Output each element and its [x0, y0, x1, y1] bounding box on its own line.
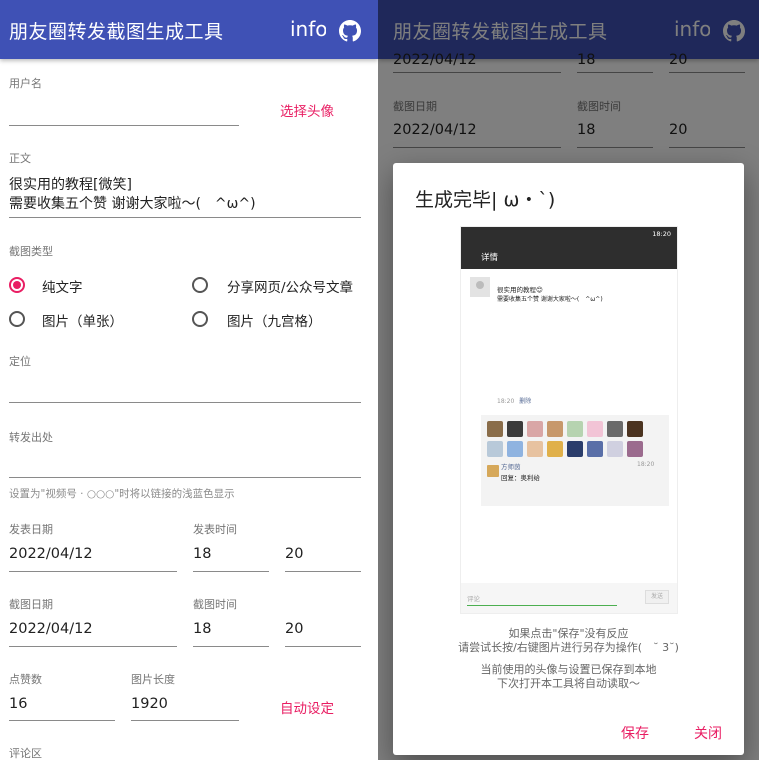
dialog-title: 生成完毕| ω・`) — [415, 189, 556, 211]
preview-like-avatar — [627, 441, 643, 457]
shot-date-underline — [9, 646, 177, 647]
preview-like-avatar — [527, 441, 543, 457]
post-date-input[interactable]: 2022/04/12 — [9, 546, 93, 562]
radio-text-only-label: 纯文字 — [42, 280, 83, 296]
result-dialog: 生成完毕| ω・`) 18:20 详情 很实用的教程😊 需要收集五个赞 谢谢大家… — [393, 163, 744, 755]
preview-comment-placeholder: 评论 — [467, 595, 480, 603]
post-time-label: 发表时间 — [193, 523, 237, 536]
preview-comment-underline — [467, 605, 617, 606]
preview-comment-name: 方师茵 — [501, 463, 521, 471]
preview-like-avatar — [527, 421, 543, 437]
radio-single-image-label: 图片（单张） — [42, 314, 123, 330]
radio-share-webpage-label: 分享网页/公众号文章 — [227, 280, 354, 296]
result-panel: 朋友圈转发截图生成工具 info 2022/04/12 18 20 截图日期 2… — [378, 0, 759, 760]
forward-source-input[interactable] — [9, 477, 361, 478]
form-panel: 朋友圈转发截图生成工具 info 用户名 选择头像 正文 很实用的教程[微笑] … — [0, 0, 378, 760]
github-icon[interactable] — [339, 20, 361, 42]
preview-like-avatar — [567, 441, 583, 457]
preview-comment-avatar — [487, 465, 499, 477]
dialog-note-2: 请尝试长按/右键图片进行另存为操作( ˘ 3˘) — [458, 641, 679, 654]
dialog-note-4: 下次打开本工具将自动读取～ — [497, 677, 640, 690]
preview-like-avatar — [587, 421, 603, 437]
post-hour-underline — [193, 571, 269, 572]
radio-share-webpage[interactable] — [192, 277, 208, 293]
preview-status-time: 18:20 — [652, 230, 671, 238]
shot-hour-underline — [193, 646, 269, 647]
preview-comment-bar: 评论 发送 — [461, 583, 677, 613]
username-label: 用户名 — [9, 77, 42, 90]
preview-like-avatar — [487, 421, 503, 437]
preview-post-line-1: 很实用的教程😊 — [497, 286, 543, 294]
image-length-input[interactable]: 1920 — [131, 696, 168, 712]
radio-single-image[interactable] — [9, 311, 25, 327]
radio-text-only[interactable] — [9, 277, 25, 293]
preview-send-button: 发送 — [645, 590, 669, 604]
image-length-label: 图片长度 — [131, 673, 175, 686]
shot-hour-input[interactable]: 18 — [193, 621, 211, 637]
radio-nine-grid-label: 图片（九宫格） — [227, 314, 322, 330]
likes-underline — [9, 720, 115, 721]
comments-label: 评论区 — [9, 747, 42, 760]
preview-like-avatar — [547, 421, 563, 437]
shot-date-label: 截图日期 — [9, 598, 53, 611]
likes-input[interactable]: 16 — [9, 696, 27, 712]
preview-header: 18:20 详情 — [461, 227, 677, 269]
shot-minute-underline — [285, 646, 361, 647]
screenshot-type-label: 截图类型 — [9, 245, 53, 258]
preview-like-avatar — [607, 421, 623, 437]
preview-like-avatar — [487, 441, 503, 457]
generated-screenshot-image[interactable]: 18:20 详情 很实用的教程😊 需要收集五个赞 谢谢大家啦～( ^ω^) 18… — [461, 227, 677, 613]
image-length-underline — [131, 720, 239, 721]
location-input[interactable] — [9, 402, 361, 403]
preview-like-avatar — [507, 441, 523, 457]
post-minute-underline — [285, 571, 361, 572]
post-date-label: 发表日期 — [9, 523, 53, 536]
shot-date-input[interactable]: 2022/04/12 — [9, 621, 93, 637]
preview-comment-text: 回复：奥利给 — [501, 474, 540, 482]
preview-post-meta: 18:20 删除 — [497, 396, 531, 405]
preview-post-line-2: 需要收集五个赞 谢谢大家啦～( ^ω^) — [497, 296, 603, 303]
location-label: 定位 — [9, 355, 31, 368]
preview-like-avatar — [507, 421, 523, 437]
preview-like-avatar — [547, 441, 563, 457]
app-title: 朋友圈转发截图生成工具 — [9, 21, 224, 43]
preview-like-avatar — [567, 421, 583, 437]
preview-like-avatar — [627, 421, 643, 437]
preview-like-avatar — [587, 441, 603, 457]
post-date-underline — [9, 571, 177, 572]
auto-set-button[interactable]: 自动设定 — [280, 697, 334, 717]
shot-minute-input[interactable]: 20 — [285, 621, 303, 637]
app-bar: 朋友圈转发截图生成工具 info — [0, 0, 378, 59]
radio-nine-grid[interactable] — [192, 311, 208, 327]
username-input[interactable] — [9, 125, 239, 126]
forward-source-label: 转发出处 — [9, 431, 53, 444]
post-hour-input[interactable]: 18 — [193, 546, 211, 562]
body-text-line-2[interactable]: 需要收集五个赞 谢谢大家啦～( ^ω^) — [9, 193, 256, 213]
body-textarea-underline — [9, 217, 361, 218]
body-text-line-1[interactable]: 很实用的教程[微笑] — [9, 174, 132, 194]
forward-hint: 设置为"视频号 · ○○○"时将以链接的浅蓝色显示 — [9, 488, 235, 500]
preview-avatar — [470, 277, 490, 297]
preview-delete-link: 删除 — [519, 398, 532, 405]
preview-comment-time: 18:20 — [637, 461, 655, 468]
preview-post-time: 18:20 — [497, 398, 515, 405]
save-button[interactable]: 保存 — [621, 723, 649, 743]
body-label: 正文 — [9, 152, 31, 165]
likes-label: 点赞数 — [9, 673, 42, 686]
choose-avatar-button[interactable]: 选择头像 — [280, 100, 334, 120]
dialog-note-1: 如果点击"保存"没有反应 — [508, 627, 629, 640]
close-button[interactable]: 关闭 — [694, 723, 722, 743]
preview-like-avatar — [607, 441, 623, 457]
preview-header-title: 详情 — [481, 253, 499, 263]
post-minute-input[interactable]: 20 — [285, 546, 303, 562]
info-button[interactable]: info — [290, 17, 326, 41]
dialog-note-3: 当前使用的头像与设置已保存到本地 — [480, 663, 657, 676]
shot-time-label: 截图时间 — [193, 598, 237, 611]
